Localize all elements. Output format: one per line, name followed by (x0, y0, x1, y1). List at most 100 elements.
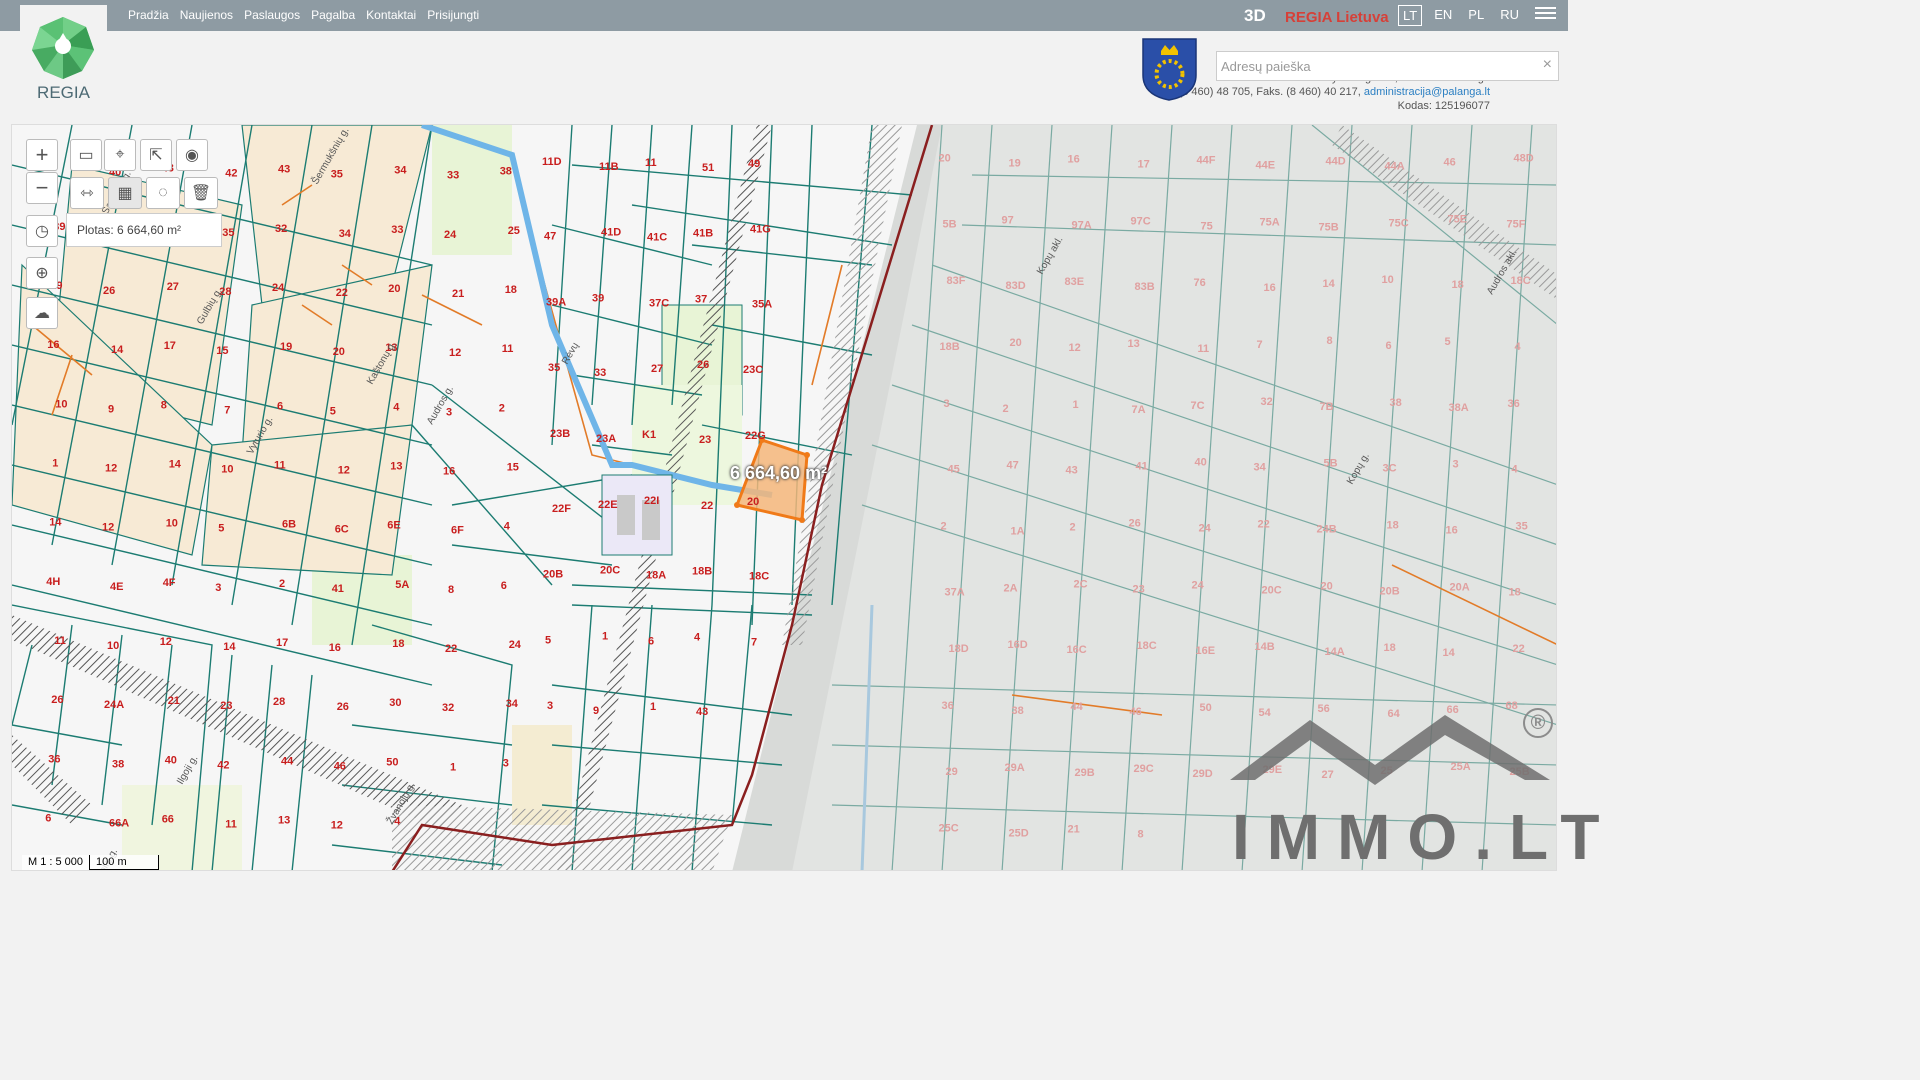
right-parcel-number[interactable]: 83D (1006, 280, 1026, 292)
right-parcel-number[interactable]: 38A (1449, 402, 1469, 414)
right-parcel-number[interactable]: 75 (1201, 220, 1213, 232)
right-parcel-number[interactable]: 16 (1264, 282, 1276, 294)
lasso-icon[interactable]: ☁ (26, 297, 58, 329)
right-parcel-number[interactable]: 12 (1069, 342, 1081, 354)
left-parcel-number[interactable]: 11 (502, 343, 514, 355)
middle-parcel-number[interactable]: 22I (644, 495, 659, 507)
right-parcel-number[interactable]: 50 (1200, 702, 1212, 714)
left-parcel-number[interactable]: 35 (331, 169, 343, 181)
right-parcel-number[interactable]: 14 (1443, 647, 1456, 659)
crosshair-icon[interactable]: ⊕ (26, 257, 58, 289)
municipality-email-link[interactable]: administracija@palanga.lt (1364, 86, 1490, 98)
left-parcel-number[interactable]: 14 (111, 344, 124, 356)
middle-parcel-number[interactable]: 22 (701, 500, 713, 512)
middle-parcel-number[interactable]: 35A (752, 298, 772, 310)
right-parcel-number[interactable]: 46 (1444, 156, 1456, 168)
right-parcel-number[interactable]: 18C (1137, 640, 1157, 652)
middle-parcel-number[interactable]: 9 (593, 705, 599, 717)
right-parcel-number[interactable]: 2 (1003, 403, 1009, 415)
middle-parcel-number[interactable]: 23 (699, 434, 711, 446)
left-parcel-number[interactable]: 30 (389, 697, 401, 709)
right-parcel-number[interactable]: 20 (1010, 337, 1022, 349)
left-parcel-number[interactable]: 8 (448, 584, 454, 596)
right-parcel-number[interactable]: 1A (1011, 525, 1025, 537)
left-parcel-number[interactable]: 3 (503, 757, 509, 769)
middle-parcel-number[interactable]: 22E (598, 499, 618, 511)
right-parcel-number[interactable]: 20 (1321, 580, 1333, 592)
right-parcel-number[interactable]: 97 (1002, 214, 1014, 226)
left-parcel-number[interactable]: 5A (395, 579, 409, 591)
left-parcel-number[interactable]: 5 (218, 523, 224, 535)
right-parcel-number[interactable]: 5B (943, 218, 957, 230)
left-parcel-number[interactable]: 6 (45, 812, 51, 824)
right-parcel-number[interactable]: 75C (1389, 217, 1409, 229)
left-parcel-number[interactable]: 18 (392, 638, 404, 650)
lang-en-button[interactable]: EN (1430, 5, 1456, 26)
right-parcel-number[interactable]: 7C (1191, 400, 1205, 412)
left-parcel-number[interactable]: 6B (282, 519, 296, 531)
right-parcel-number[interactable]: 22 (1258, 518, 1270, 530)
left-parcel-number[interactable]: 18 (505, 284, 517, 296)
right-parcel-number[interactable]: 46 (1130, 706, 1142, 718)
left-parcel-number[interactable]: 15 (507, 461, 519, 473)
right-parcel-number[interactable]: 36 (942, 700, 954, 712)
right-parcel-number[interactable]: 75E (1448, 213, 1468, 225)
middle-parcel-number[interactable]: 41G (750, 224, 771, 236)
middle-parcel-number[interactable]: 4 (694, 631, 701, 643)
measure-length-icon[interactable]: ⇿ (70, 177, 104, 209)
lang-lt-button[interactable]: LT (1398, 5, 1423, 26)
left-parcel-number[interactable]: 50 (386, 756, 398, 768)
left-parcel-number[interactable]: 24 (272, 282, 285, 294)
right-parcel-number[interactable]: 37A (945, 586, 965, 598)
ruler-icon[interactable]: ▭ (70, 139, 102, 171)
nav-login-link[interactable]: Prisijungti (427, 8, 479, 22)
right-parcel-number[interactable]: 1 (1073, 399, 1079, 411)
right-parcel-number[interactable]: 75F (1507, 218, 1526, 230)
left-parcel-number[interactable]: 11 (225, 818, 237, 830)
right-parcel-number[interactable]: 5 (1445, 336, 1451, 348)
middle-parcel-number[interactable]: 18C (749, 571, 769, 583)
left-parcel-number[interactable]: 24A (104, 699, 124, 711)
nav-news-link[interactable]: Naujienos (180, 8, 233, 22)
left-parcel-number[interactable]: 38 (500, 166, 512, 178)
left-parcel-number[interactable]: 40 (165, 754, 177, 766)
middle-parcel-number[interactable]: 51 (702, 162, 714, 174)
left-parcel-number[interactable]: 1 (52, 457, 58, 469)
nav-services-link[interactable]: Paslaugos (244, 8, 300, 22)
right-parcel-number[interactable]: 22 (1513, 643, 1525, 655)
right-parcel-number[interactable]: 44F (1197, 154, 1216, 166)
middle-parcel-number[interactable]: 26 (697, 359, 709, 371)
right-parcel-number[interactable]: 20C (1262, 584, 1282, 596)
middle-parcel-number[interactable]: 35 (548, 362, 560, 374)
address-search-input[interactable] (1217, 52, 1527, 80)
right-parcel-number[interactable]: 44D (1326, 155, 1346, 167)
left-parcel-number[interactable]: 34 (394, 165, 407, 177)
left-parcel-number[interactable]: 7 (224, 404, 230, 416)
left-parcel-number[interactable]: 14 (49, 517, 62, 529)
right-parcel-number[interactable]: 34 (1254, 462, 1267, 474)
left-parcel-number[interactable]: 2 (279, 578, 285, 590)
middle-parcel-number[interactable]: 23A (596, 433, 616, 445)
right-parcel-number[interactable]: 24B (1317, 523, 1337, 535)
left-parcel-number[interactable]: 4 (393, 401, 400, 413)
right-parcel-number[interactable]: 16 (1068, 153, 1080, 165)
left-parcel-number[interactable]: 25 (508, 225, 520, 237)
right-parcel-number[interactable]: 3 (1453, 459, 1459, 471)
left-parcel-number[interactable]: 26 (103, 285, 115, 297)
left-parcel-number[interactable]: 16 (47, 339, 59, 351)
left-parcel-number[interactable]: 3 (215, 582, 221, 594)
left-parcel-number[interactable]: 11 (274, 459, 286, 471)
right-parcel-number[interactable]: 44E (1256, 159, 1276, 171)
right-parcel-number[interactable]: 7B (1320, 401, 1334, 413)
right-parcel-number[interactable]: 18 (1387, 519, 1399, 531)
middle-parcel-number[interactable]: 39A (546, 296, 566, 308)
right-parcel-number[interactable]: 35 (1516, 520, 1528, 532)
left-parcel-number[interactable]: 12 (338, 464, 350, 476)
left-parcel-number[interactable]: 4 (504, 521, 511, 533)
middle-parcel-number[interactable]: 11 (645, 157, 657, 169)
right-parcel-number[interactable]: 26 (1129, 517, 1141, 529)
middle-parcel-number[interactable]: 11B (599, 161, 619, 173)
left-parcel-number[interactable]: 6 (277, 400, 283, 412)
middle-parcel-number[interactable]: 3 (547, 700, 553, 712)
right-parcel-number[interactable]: 6 (1386, 340, 1392, 352)
